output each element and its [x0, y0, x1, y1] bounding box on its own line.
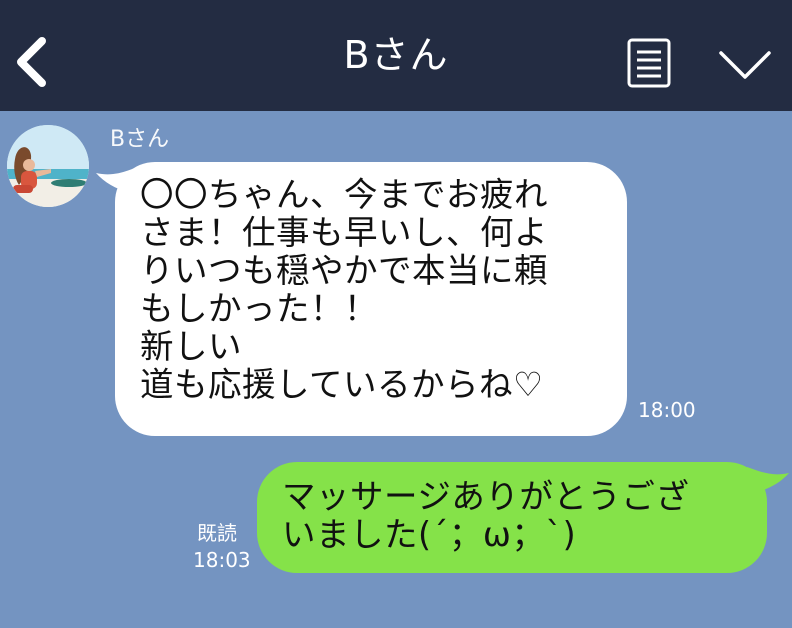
outgoing-message-time: 18:03 — [193, 548, 251, 572]
chat-title: Bさん — [343, 33, 449, 77]
incoming-message-time: 18:00 — [638, 398, 696, 422]
incoming-message-text: 〇〇ちゃん、今までお疲れ さま！仕事も早いし、何よ りいつも穏やかで本当に頼 も… — [140, 175, 548, 404]
avatar-photo — [7, 125, 89, 207]
notes-icon[interactable] — [627, 38, 671, 88]
back-icon[interactable] — [12, 36, 52, 88]
read-receipt: 既読 — [197, 521, 237, 545]
avatar[interactable] — [7, 125, 89, 207]
top-bar: Bさん — [0, 0, 792, 111]
chat-screen: Bさん Bさん 〇〇ちゃん、今までお疲れ さま！仕事も早いし、何よ りいつも穏や… — [0, 0, 792, 628]
outgoing-message-text: マッサージありがとうござ いました(´；ω；`) — [282, 477, 690, 554]
sender-name: Bさん — [110, 127, 170, 152]
chevron-down-icon[interactable] — [718, 48, 772, 82]
